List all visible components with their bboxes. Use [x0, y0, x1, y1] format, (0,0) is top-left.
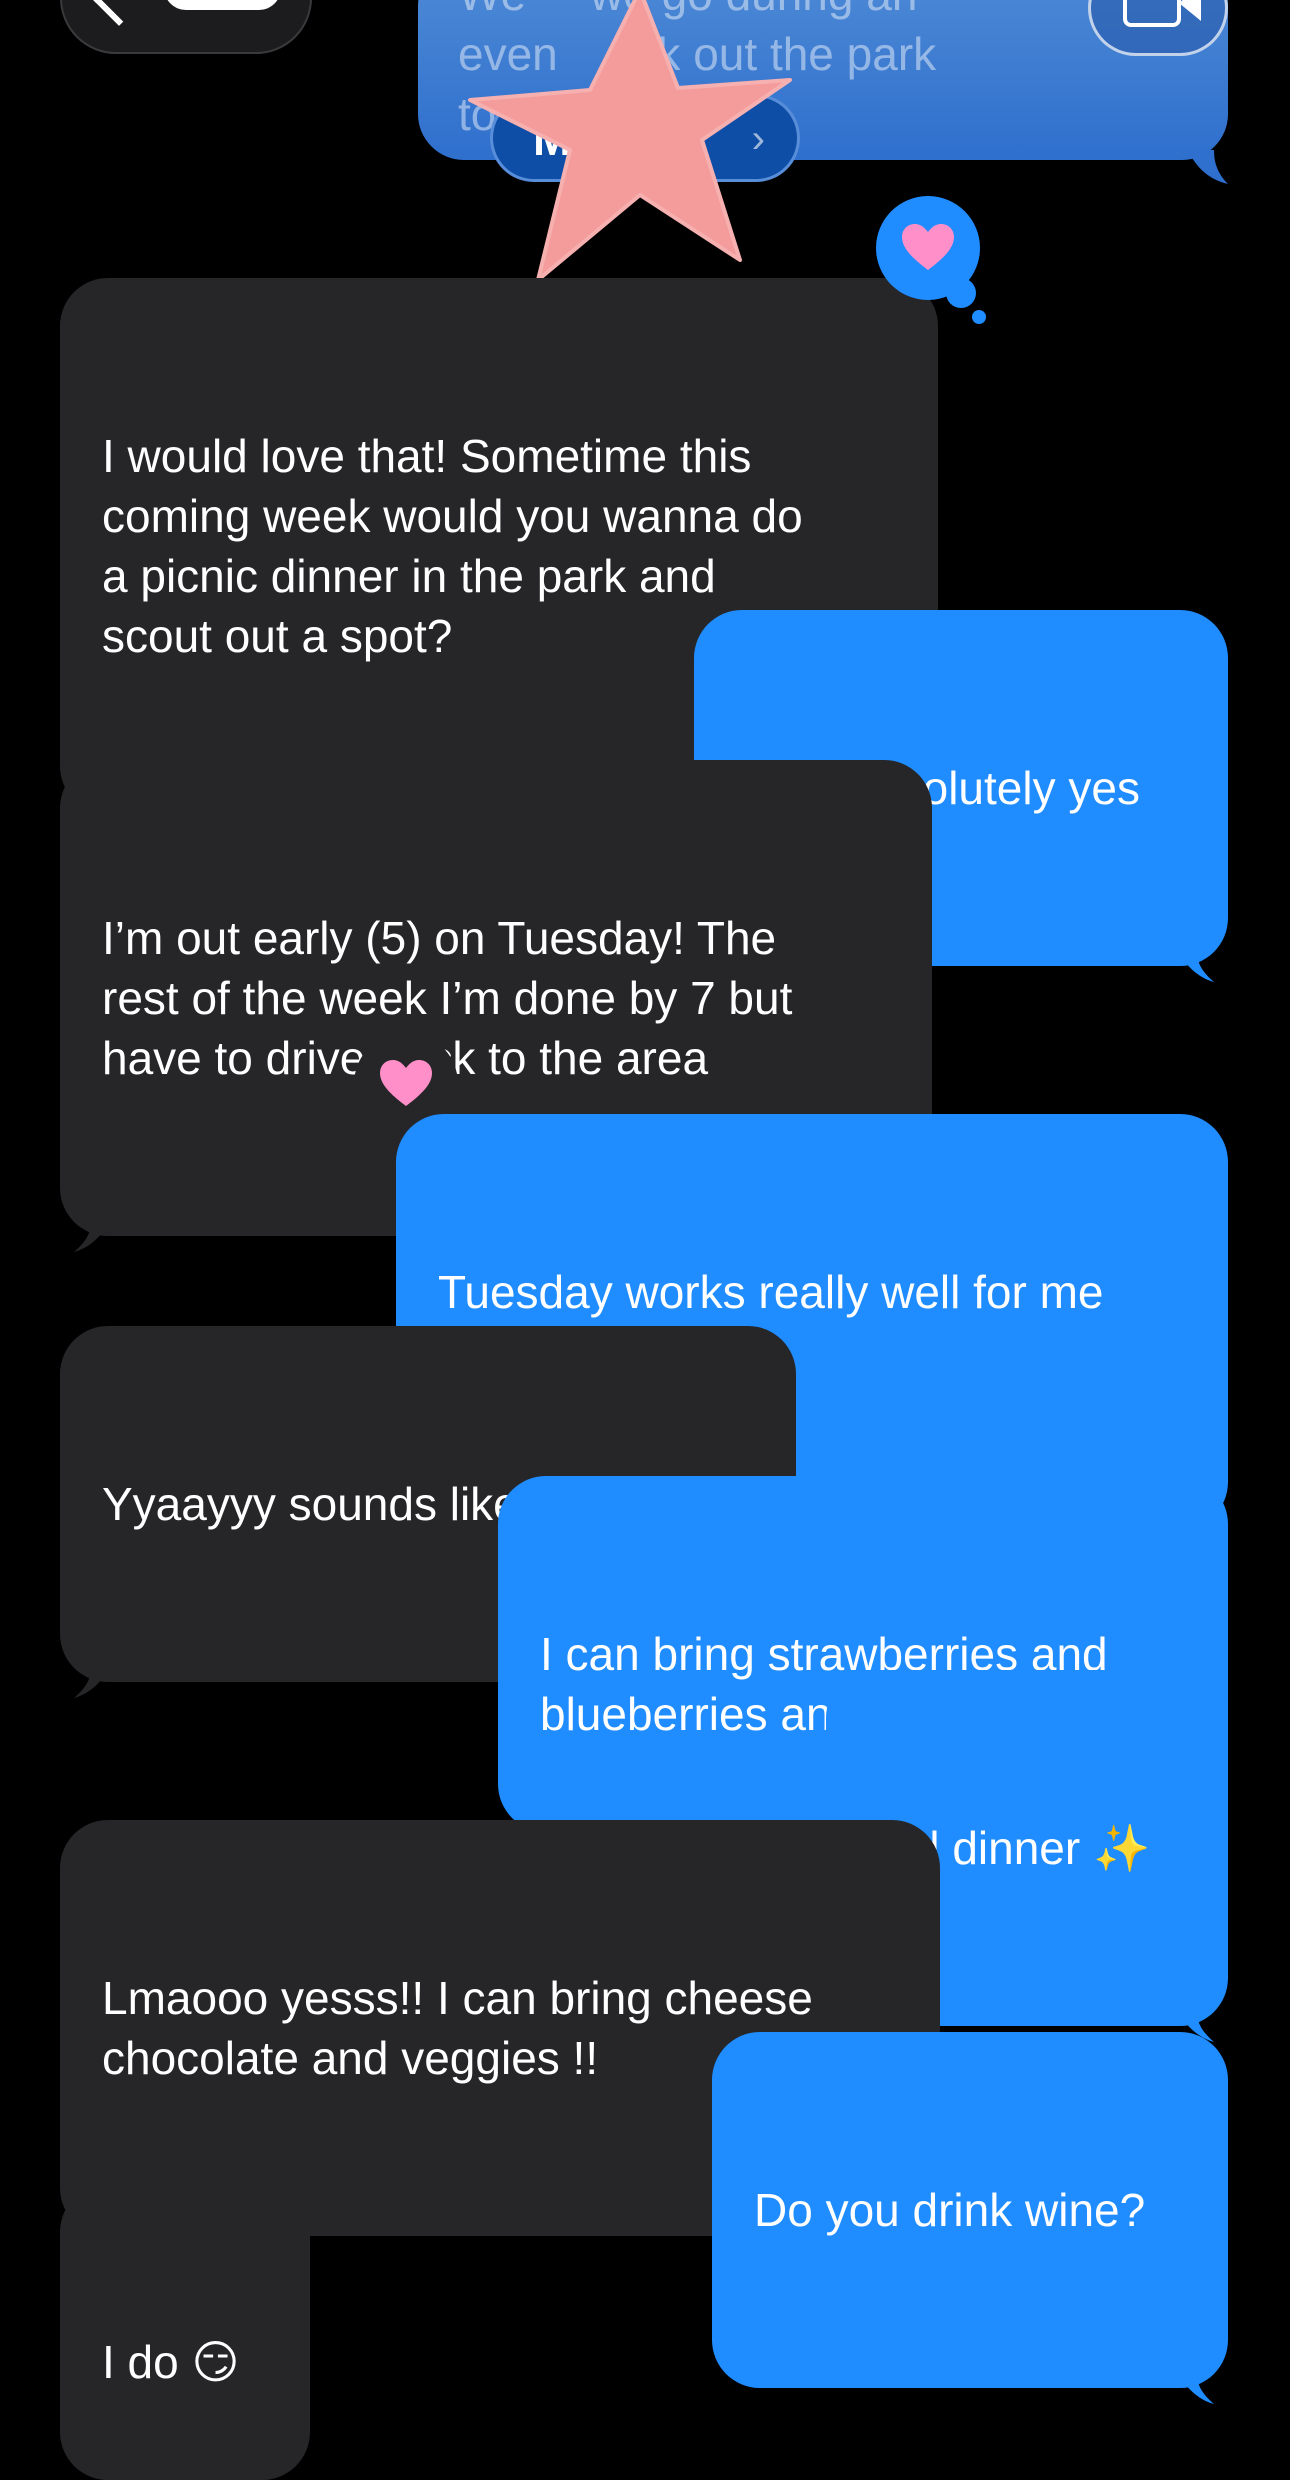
unread-count-badge: 156	[164, 0, 281, 10]
bubble-tail	[1178, 2372, 1214, 2404]
video-camera-lens-icon	[1179, 0, 1201, 21]
bubble-tail	[74, 1666, 110, 1698]
reaction-bubble-dot	[972, 310, 986, 324]
message-bubble-sent[interactable]: Do you drink wine?	[712, 2032, 1228, 2404]
redaction-star-sticker	[468, 0, 792, 282]
heart-icon	[902, 224, 954, 270]
chevron-left-icon	[92, 0, 146, 26]
facetime-video-button[interactable]	[1088, 0, 1228, 56]
video-camera-icon	[1123, 0, 1181, 27]
bubble-tail	[1178, 950, 1214, 982]
message-bubble-received[interactable]: I do 😏	[60, 2184, 310, 2480]
shared-card-tail	[1188, 150, 1228, 184]
heart-icon	[380, 1060, 432, 1106]
reaction-bubble-dot	[946, 278, 976, 308]
message-text: I do 😏	[102, 2336, 240, 2388]
message-text: Do you drink wine?	[754, 2184, 1146, 2236]
message-text: I’m out early (5) on Tuesday! The rest o…	[102, 912, 793, 1084]
bubble-tail	[74, 1220, 110, 1252]
reaction-bubble-dot	[356, 1112, 386, 1142]
back-button[interactable]: 156	[60, 0, 312, 54]
reaction-bubble-dot	[346, 1146, 360, 1160]
